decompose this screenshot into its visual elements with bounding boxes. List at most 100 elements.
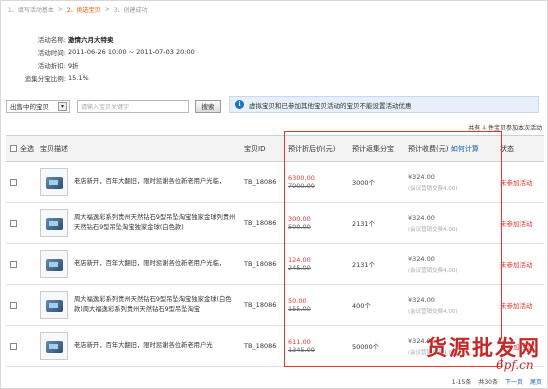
product-id: TB_18086: [240, 243, 284, 285]
original-price: 155.00: [288, 305, 311, 313]
product-desc-cell: 老店新开，百年大翻旧，限时惩谢各位新老用户光临，: [36, 161, 240, 203]
original-price: 1345.00: [288, 346, 315, 354]
fee-calc-link[interactable]: 如何计算: [451, 145, 479, 153]
row-checkbox[interactable]: [10, 342, 17, 350]
product-id: TB_18086: [240, 325, 284, 367]
pager-range: 1-15条: [451, 379, 472, 386]
product-thumbnail[interactable]: [40, 332, 68, 360]
product-desc-cell: 周大福逸彩系列贵州天然钻石9型吊坠淘宝独家金球(白色款)周大福逸彩系列贵州天然钻…: [36, 284, 240, 326]
product-desc-cell: 老店新开，百年大翻旧，限时惩谢各位新老用户光: [36, 325, 240, 367]
discount-price: 124.00: [288, 256, 311, 264]
campaign-time-value: 2011-06-26 10:00 ~ 2011-07-03 20:00: [68, 47, 195, 56]
campaign-name-value: 激情六月大特卖: [68, 35, 114, 44]
campaign-time-label: 活动时间:: [37, 48, 66, 57]
search-input[interactable]: 请输入宝贝关键字: [77, 99, 189, 113]
table-header-row: 全选 宝贝描述 宝贝ID 预计折后价(元) 预计返集分宝 预计收费(元) 如何计…: [6, 135, 544, 162]
status-badge: 未参加活动: [496, 202, 544, 244]
row-checkbox-cell: [6, 325, 36, 367]
row-checkbox[interactable]: [10, 301, 17, 309]
header-est-points: 预计返集分宝: [348, 135, 404, 162]
fee-note: (会议营销交费4.00): [408, 185, 458, 192]
campaign-ratio-value: 15.1%: [68, 73, 89, 82]
points: 2131个: [348, 202, 404, 244]
fee-cell: ¥324.00 (会议营销交费4.00): [404, 202, 496, 244]
table-row: 老店新开，百年大翻旧，限时惩谢各位新老用户光临， TB_18086 6300.0…: [6, 161, 544, 203]
table-row: 周大福逸彩系列贵州天然钻石9型吊坠淘宝独家金球列贵州天然钻石9型吊坠淘宝独家金球…: [6, 202, 544, 244]
price-cell: 124.00 245.00: [284, 243, 348, 285]
header-est-price: 预计折后价(元): [284, 135, 348, 162]
fee-value: ¥324.00: [408, 172, 435, 181]
search-button[interactable]: 搜索: [195, 99, 221, 113]
notice-banner: i 虚拟宝贝和已参加其他宝贝活动的宝贝不能设置活动优惠: [229, 96, 539, 113]
original-price: 7000.00: [288, 182, 315, 190]
row-checkbox-cell: [6, 284, 36, 326]
discount-price: 300.00: [288, 215, 311, 223]
row-checkbox-cell: [6, 202, 36, 244]
points: 400个: [348, 284, 404, 326]
status-badge: 未参加活动: [496, 284, 544, 326]
product-title[interactable]: 老店新开，百年大翻旧，限时惩谢各位新老用户光: [74, 341, 213, 351]
count-prefix: 共有: [468, 125, 481, 132]
filter-bar: 出售中的宝贝 ▾ 请输入宝贝关键字 搜索: [6, 99, 221, 113]
table-row: 周大福逸彩系列贵州天然钻石9型吊坠淘宝独家金球(白色款)周大福逸彩系列贵州天然钻…: [6, 284, 544, 326]
campaign-name-label: 活动名称:: [37, 35, 66, 44]
select-all-checkbox[interactable]: [10, 145, 17, 152]
fee-cell: ¥324.00 (会议营销交费4.00): [404, 161, 496, 203]
points: 2131个: [348, 243, 404, 285]
row-checkbox-cell: [6, 161, 36, 203]
header-est-fee-label: 预计收费(元): [408, 144, 449, 153]
product-thumbnail[interactable]: [40, 250, 68, 278]
fee-value: ¥324.00: [408, 213, 435, 222]
product-title[interactable]: 周大福逸彩系列贵州天然钻石9型吊坠淘宝独家金球(白色款)周大福逸彩系列贵州天然钻…: [74, 295, 240, 315]
step-sep: >: [104, 5, 110, 13]
row-checkbox[interactable]: [10, 178, 17, 186]
campaign-discount-label: 活动折扣:: [37, 61, 66, 70]
step-1: 1、填写活动基本: [8, 6, 54, 14]
row-checkbox[interactable]: [10, 219, 17, 227]
price-cell: 50.00 155.00: [284, 284, 348, 326]
header-id: 宝贝ID: [240, 135, 284, 162]
product-thumbnail[interactable]: [40, 168, 68, 196]
original-price: 500.00: [288, 223, 311, 231]
step-2-active: 2、挑选宝贝: [66, 6, 101, 14]
fee-value: ¥324.00: [408, 295, 435, 304]
last-page-link[interactable]: 尾页: [530, 377, 542, 386]
row-checkbox[interactable]: [10, 260, 17, 268]
item-status-select[interactable]: 出售中的宝贝 ▾: [6, 99, 70, 113]
campaign-ratio-label: 追集分宝比例:: [24, 74, 66, 83]
product-desc-cell: 周大福逸彩系列贵州天然钻石9型吊坠淘宝独家金球列贵州天然钻石9型吊坠淘宝独家金球…: [36, 202, 240, 244]
campaign-ratio-row: 追集分宝比例: 15.1%: [18, 71, 195, 84]
product-id: TB_18086: [240, 284, 284, 326]
status-badge: 未参加活动: [496, 243, 544, 285]
header-desc: 宝贝描述: [36, 135, 240, 162]
price-cell: 300.00 500.00: [284, 202, 348, 244]
price-cell: 6300.00 7000.00: [284, 161, 348, 203]
pager-total: 共30条: [478, 379, 498, 386]
fee-value: ¥324.00: [408, 254, 435, 263]
original-price: 245.00: [288, 264, 311, 272]
product-id: TB_18086: [240, 202, 284, 244]
header-est-fee: 预计收费(元) 如何计算: [404, 135, 496, 162]
campaign-name-row: 活动名称: 激情六月大特卖: [18, 32, 195, 45]
points: 3000个: [348, 161, 404, 203]
product-title[interactable]: 周大福逸彩系列贵州天然钻石9型吊坠淘宝独家金球列贵州天然钻石9型吊坠淘宝独家金球…: [74, 213, 240, 233]
product-thumbnail[interactable]: [40, 209, 68, 237]
price-cell: 611.00 1345.00: [284, 325, 348, 367]
product-title[interactable]: 老店新开，百年大翻旧，限时惩谢各位新老用户光临，: [74, 259, 225, 269]
campaign-time-row: 活动时间: 2011-06-26 10:00 ~ 2011-07-03 20:0…: [18, 45, 195, 58]
step-3: 3、创建成功: [113, 6, 148, 14]
points: 50000个: [348, 325, 404, 367]
header-select-all: 全选: [6, 135, 36, 162]
info-icon: i: [235, 100, 244, 109]
fee-cell: ¥324.00 (会议营销交费4.00): [404, 243, 496, 285]
product-thumbnail[interactable]: [40, 291, 68, 319]
campaign-discount-row: 活动折扣: 9折: [18, 58, 195, 71]
next-page-link[interactable]: 下一页: [505, 377, 523, 386]
notice-text: 虚拟宝贝和已参加其他宝贝活动的宝贝不能设置活动优惠: [249, 101, 412, 110]
table-row: 老店新开，百年大翻旧，限时惩谢各位新老用户光临， TB_18086 124.00…: [6, 243, 544, 285]
item-status-select-value: 出售中的宝贝: [10, 103, 49, 111]
watermark-url: 6pf.cn: [496, 358, 534, 372]
product-title[interactable]: 老店新开，百年大翻旧，限时惩谢各位新老用户光临，: [74, 177, 225, 187]
count-number: 4: [482, 125, 487, 132]
count-suffix: 件宝贝参加本次活动: [487, 125, 542, 132]
